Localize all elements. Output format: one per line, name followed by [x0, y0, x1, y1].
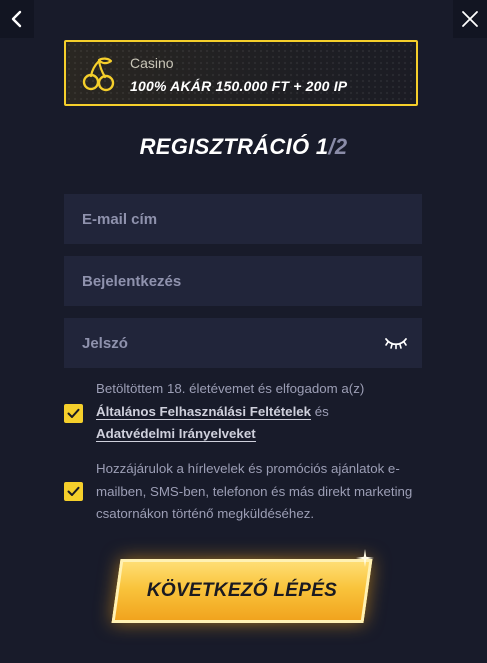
close-button[interactable] [453, 0, 487, 38]
terms-consent-text: Betöltöttem 18. életévemet és elfogadom … [96, 378, 426, 446]
password-input[interactable] [80, 333, 364, 353]
next-step-button[interactable]: KÖVETKEZŐ LÉPÉS [111, 559, 373, 623]
marketing-checkbox[interactable] [64, 482, 83, 501]
password-field[interactable] [64, 318, 422, 368]
title-text: REGISZTRÁCIÓ [139, 134, 310, 159]
terms-text-mid: és [314, 403, 329, 419]
back-button[interactable] [0, 0, 34, 38]
eye-closed-icon[interactable] [384, 334, 408, 352]
cherries-icon [82, 57, 115, 92]
sparkle-icon [356, 549, 374, 567]
terms-text-before: Betöltöttem 18. életévemet és elfogadom … [96, 381, 365, 396]
bonus-banner[interactable]: Casino 100% AKÁR 150.000 FT + 200 IP [64, 40, 418, 106]
next-step-label: KÖVETKEZŐ LÉPÉS [146, 580, 338, 601]
marketing-consent-text: Hozzájárulok a hírlevelek és promóciós a… [96, 461, 413, 521]
bonus-offer: 100% AKÁR 150.000 FT + 200 IP [130, 78, 348, 94]
page-title: REGISZTRÁCIÓ 1/2 [0, 134, 487, 160]
title-total-steps: 2 [334, 134, 348, 159]
email-field[interactable] [64, 194, 422, 244]
privacy-link[interactable]: Adatvédelmi Irányelveket [96, 426, 256, 442]
close-icon [462, 11, 478, 27]
bonus-category: Casino [130, 55, 174, 71]
terms-checkbox[interactable] [64, 404, 83, 423]
username-input[interactable] [80, 271, 364, 291]
chevron-left-icon [11, 10, 22, 28]
email-input[interactable] [80, 209, 364, 229]
next-step-area: KÖVETKEZŐ LÉPÉS [110, 549, 374, 629]
terms-link[interactable]: Általános Felhasználási Feltételek [96, 403, 312, 420]
checkmark-icon [67, 408, 80, 418]
title-current-step: 1 [315, 134, 329, 159]
checkmark-icon [67, 486, 80, 496]
username-field[interactable] [64, 256, 422, 306]
